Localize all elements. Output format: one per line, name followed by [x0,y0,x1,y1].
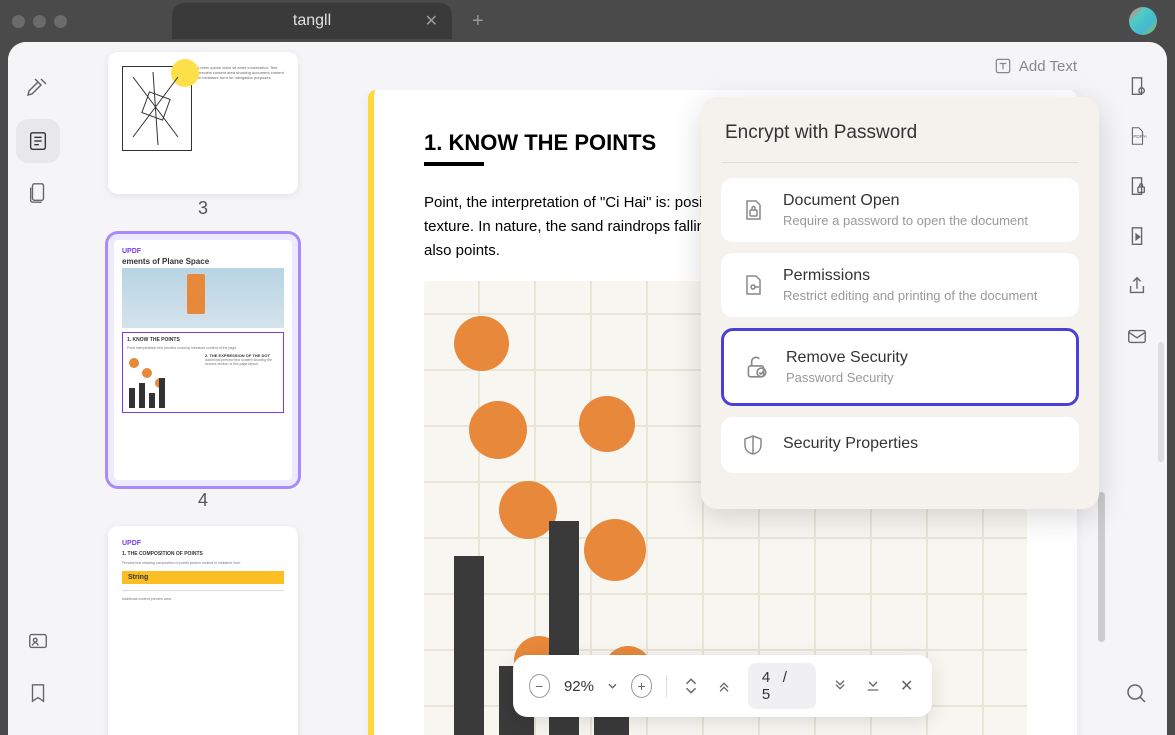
security-properties-option[interactable]: Security Properties [721,417,1079,473]
encrypt-password-popup: Encrypt with Password Document Open Requ… [701,97,1099,509]
thumbnail-3-wrapper: Lorem ipsum dolor sit amet consectetur. … [108,52,298,219]
edit-page-tool[interactable] [1121,70,1153,102]
document-scrollbar[interactable] [1098,492,1105,642]
bottom-navigation-bar: − 92% + 4 / 5 ✕ [513,655,933,717]
zoom-level: 92% [564,678,594,695]
thumbnail-preview: Lorem ipsum dolor sit amet consectetur. … [114,58,292,188]
pages-tool[interactable] [16,171,60,215]
total-pages: 5 [762,686,770,703]
pdfa-icon: PDF/A [1126,125,1148,147]
add-text-label: Add Text [1019,58,1077,75]
permissions-icon [739,271,767,299]
thumbnails-icon [27,130,49,152]
search-tool[interactable] [1121,678,1153,710]
fit-width-button[interactable] [681,675,700,697]
share-icon [1126,275,1148,297]
document-toolbar: Add Text [338,42,1107,90]
highlighter-tool[interactable] [16,67,60,111]
user-avatar[interactable] [1129,7,1157,35]
last-page-button[interactable] [864,675,883,697]
email-tool[interactable] [1121,320,1153,352]
pages-icon [27,182,49,204]
contact-icon [27,630,49,652]
remove-security-subtitle: Password Security [786,370,908,385]
pdfa-tool[interactable]: PDF/A [1121,120,1153,152]
doc-open-title: Document Open [783,192,1028,210]
contact-card-tool[interactable] [16,619,60,663]
page-number-3: 3 [108,198,298,219]
shield-icon [739,431,767,459]
doc-open-subtitle: Require a password to open the document [783,213,1028,228]
slideshow-tool[interactable] [1121,220,1153,252]
remove-security-title: Remove Security [786,349,908,367]
document-open-option[interactable]: Document Open Require a password to open… [721,178,1079,242]
thumbnail-preview: UPDF 1. THE COMPOSITION OF POINTS Previe… [114,532,292,735]
doc-lock-icon [739,196,767,224]
zoom-dropdown-icon[interactable] [608,681,617,691]
page-separator: / [783,669,787,686]
bookmark-tool[interactable] [16,671,60,715]
thumbnails-tool[interactable] [16,119,60,163]
document-tab[interactable]: tangll ✕ [172,3,452,39]
minimize-window[interactable] [33,15,46,28]
abstract-art-preview [122,66,192,151]
window-controls [12,15,67,28]
titlebar: tangll ✕ + [0,0,1175,42]
search-icon [1125,682,1149,706]
tab-title: tangll [293,12,331,30]
popup-title: Encrypt with Password [721,122,1079,144]
highlighter-icon [26,77,50,101]
page-input[interactable]: 4 / 5 [748,663,816,709]
share-tool[interactable] [1121,270,1153,302]
bookmark-icon [27,682,49,704]
close-bar-button[interactable]: ✕ [897,675,916,697]
maximize-window[interactable] [54,15,67,28]
left-sidebar [8,42,68,735]
current-page: 4 [762,669,770,686]
permissions-option[interactable]: Permissions Restrict editing and printin… [721,253,1079,317]
app-body: Lorem ipsum dolor sit amet consectetur. … [8,42,1167,735]
thumbnail-4-wrapper: UPDF ements of Plane Space 1. KNOW THE P… [108,234,298,511]
next-page-button[interactable] [830,675,849,697]
heading-underline [424,162,484,166]
remove-security-option[interactable]: Remove Security Password Security [721,328,1079,406]
lock-page-icon [1126,175,1148,197]
svg-text:PDF/A: PDF/A [1133,134,1147,139]
thumbnail-panel: Lorem ipsum dolor sit amet consectetur. … [68,42,338,735]
text-icon [993,56,1013,76]
thumbnail-preview: UPDF ements of Plane Space 1. KNOW THE P… [114,240,292,480]
page-edit-icon [1126,75,1148,97]
zoom-in-button[interactable]: + [631,674,652,698]
add-text-button[interactable]: Add Text [993,56,1077,76]
add-tab-button[interactable]: + [472,10,484,33]
security-properties-title: Security Properties [783,435,918,453]
permissions-subtitle: Restrict editing and printing of the doc… [783,288,1037,303]
play-page-icon [1126,225,1148,247]
page-number-4: 4 [108,490,298,511]
zoom-out-button[interactable]: − [529,674,550,698]
permissions-title: Permissions [783,267,1037,285]
security-tool[interactable] [1121,170,1153,202]
thumbnail-page-4[interactable]: UPDF ements of Plane Space 1. KNOW THE P… [108,234,298,486]
close-window[interactable] [12,15,25,28]
thumbnail-page-3[interactable]: Lorem ipsum dolor sit amet consectetur. … [108,52,298,194]
thumbnail-5-wrapper: UPDF 1. THE COMPOSITION OF POINTS Previe… [108,526,298,735]
prev-page-button[interactable] [714,675,733,697]
thumbnail-page-5[interactable]: UPDF 1. THE COMPOSITION OF POINTS Previe… [108,526,298,735]
divider [666,675,667,697]
close-tab-icon[interactable]: ✕ [425,11,438,31]
mail-icon [1126,325,1148,347]
divider [721,162,1079,163]
unlock-icon [742,353,770,381]
